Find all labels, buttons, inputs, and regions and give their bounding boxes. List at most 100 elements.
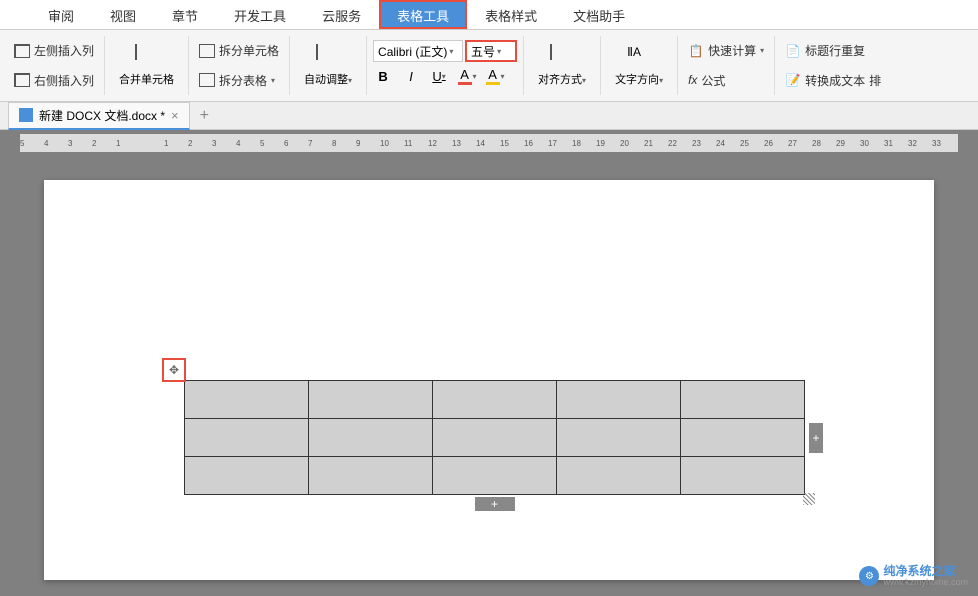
insert-right-button[interactable]: 右侧插入列 [10,70,98,91]
convert-text-label: 转换成文本 [805,72,865,89]
add-column-button[interactable]: + [809,423,823,453]
ribbon-group-misc: 📄 标题行重复 📝 转换成文本 排 [775,36,891,95]
chevron-down-icon: ▾ [449,47,453,56]
split-cells-button[interactable]: 拆分单元格 [195,40,283,61]
split-cells-label: 拆分单元格 [219,42,279,59]
quick-calc-button[interactable]: 📋 快速计算 ▾ [684,40,768,61]
table-cell[interactable] [433,419,557,457]
ruler-mark: 6 [284,139,288,148]
table-row[interactable] [185,381,805,419]
new-tab-button[interactable]: + [190,107,219,125]
table-resize-handle[interactable] [803,493,815,505]
ruler-mark: 5 [20,139,24,148]
table-cell[interactable] [433,381,557,419]
document-tab[interactable]: 新建 DOCX 文档.docx * × [8,102,190,130]
font-controls: Calibri (正文) ▾ 五号 ▾ B I U▾ A ▾ A ▾ [367,36,524,95]
ruler-mark: 23 [692,139,701,148]
close-tab-button[interactable]: × [171,108,179,123]
table-cell[interactable] [433,457,557,495]
italic-button[interactable]: I [401,66,421,86]
tab-review[interactable]: 审阅 [30,0,92,29]
bold-button[interactable]: B [373,66,393,86]
document-tabs: 新建 DOCX 文档.docx * × + [0,102,978,130]
text-direction-label: 文字方向▾ [615,71,663,87]
header-repeat-button[interactable]: 📄 标题行重复 [781,40,885,61]
tab-chapter[interactable]: 章节 [154,0,216,29]
ribbon-group-merge: 合并单元格 [105,36,189,95]
merge-cells-button[interactable]: 合并单元格 [111,41,182,91]
formula-label: 公式 [701,72,725,89]
formula-button[interactable]: fx 公式 [684,70,768,91]
font-name-select[interactable]: Calibri (正文) ▾ [373,40,463,62]
tab-devtools[interactable]: 开发工具 [216,0,304,29]
merge-cells-label: 合并单元格 [119,71,174,87]
table-cell[interactable] [309,419,433,457]
table-cell[interactable] [681,381,805,419]
ruler-mark: 32 [908,139,917,148]
ruler-mark: 29 [836,139,845,148]
split-table-button[interactable]: 拆分表格 ▾ [195,70,283,91]
ribbon-group-adjust: 自动调整▾ [290,36,367,95]
ruler-mark: 4 [44,139,48,148]
font-color-button[interactable]: A ▾ [457,66,477,86]
underline-button[interactable]: U▾ [429,66,449,86]
insert-left-label: 左侧插入列 [34,42,94,59]
watermark: ⚙ 纯净系统之家 www.kzmyhome.com [859,565,968,588]
table-cell[interactable] [185,381,309,419]
watermark-url: www.kzmyhome.com [883,578,968,588]
insert-left-button[interactable]: 左侧插入列 [10,40,98,61]
font-size-value: 五号 [471,43,495,60]
tab-doc-helper[interactable]: 文档助手 [555,0,643,29]
header-repeat-icon: 📄 [785,43,801,59]
tab-cloud[interactable]: 云服务 [304,0,379,29]
text-direction-icon: ⅡA [627,45,651,69]
ruler-mark: 11 [404,139,412,148]
font-size-select[interactable]: 五号 ▾ [465,40,517,62]
table-cell[interactable] [557,419,681,457]
table-move-handle[interactable]: ✥ [162,358,186,382]
ruler-mark: 33 [932,139,941,148]
tab-view[interactable]: 视图 [92,0,154,29]
table-cell[interactable] [185,419,309,457]
split-cells-icon [199,43,215,59]
ruler-mark: 30 [860,139,869,148]
tab-table-style[interactable]: 表格样式 [467,0,555,29]
ruler-mark: 26 [764,139,773,148]
table-cell[interactable] [185,457,309,495]
ruler-mark: 31 [884,139,893,148]
table-row[interactable] [185,457,805,495]
ruler-mark: 9 [356,139,360,148]
ruler-mark: 12 [428,139,437,148]
ruler-mark: 17 [548,139,557,148]
insert-right-label: 右侧插入列 [34,72,94,89]
table-cell[interactable] [309,381,433,419]
auto-adjust-icon [316,45,340,69]
highlight-button[interactable]: A ▾ [485,66,505,86]
table-cell[interactable] [309,457,433,495]
table-cell[interactable] [681,457,805,495]
table-cell[interactable] [557,457,681,495]
insert-right-icon [14,72,30,88]
auto-adjust-button[interactable]: 自动调整▾ [296,41,360,91]
ruler-mark: 15 [500,139,509,148]
chevron-down-icon: ▾ [760,46,764,55]
ruler-mark: 19 [596,139,605,148]
ruler-mark: 2 [188,139,192,148]
tab-table-tools[interactable]: 表格工具 [379,0,467,29]
page[interactable]: ✥ + + [44,180,934,580]
table-cell[interactable] [557,381,681,419]
doc-icon [19,108,33,122]
horizontal-ruler[interactable]: 5432112345678910111213141516171819202122… [20,134,958,152]
insert-left-icon [14,43,30,59]
table-cell[interactable] [681,419,805,457]
ruler-mark: 16 [524,139,533,148]
convert-text-button[interactable]: 📝 转换成文本 排 [781,70,885,91]
ruler-mark: 3 [212,139,216,148]
text-direction-button[interactable]: ⅡA 文字方向▾ [607,41,671,91]
merge-cells-icon [135,45,159,69]
document-table[interactable] [184,380,805,495]
add-row-button[interactable]: + [475,497,515,511]
ribbon-group-formula: 📋 快速计算 ▾ fx 公式 [678,36,775,95]
align-button[interactable]: 对齐方式▾ [530,41,594,91]
table-row[interactable] [185,419,805,457]
